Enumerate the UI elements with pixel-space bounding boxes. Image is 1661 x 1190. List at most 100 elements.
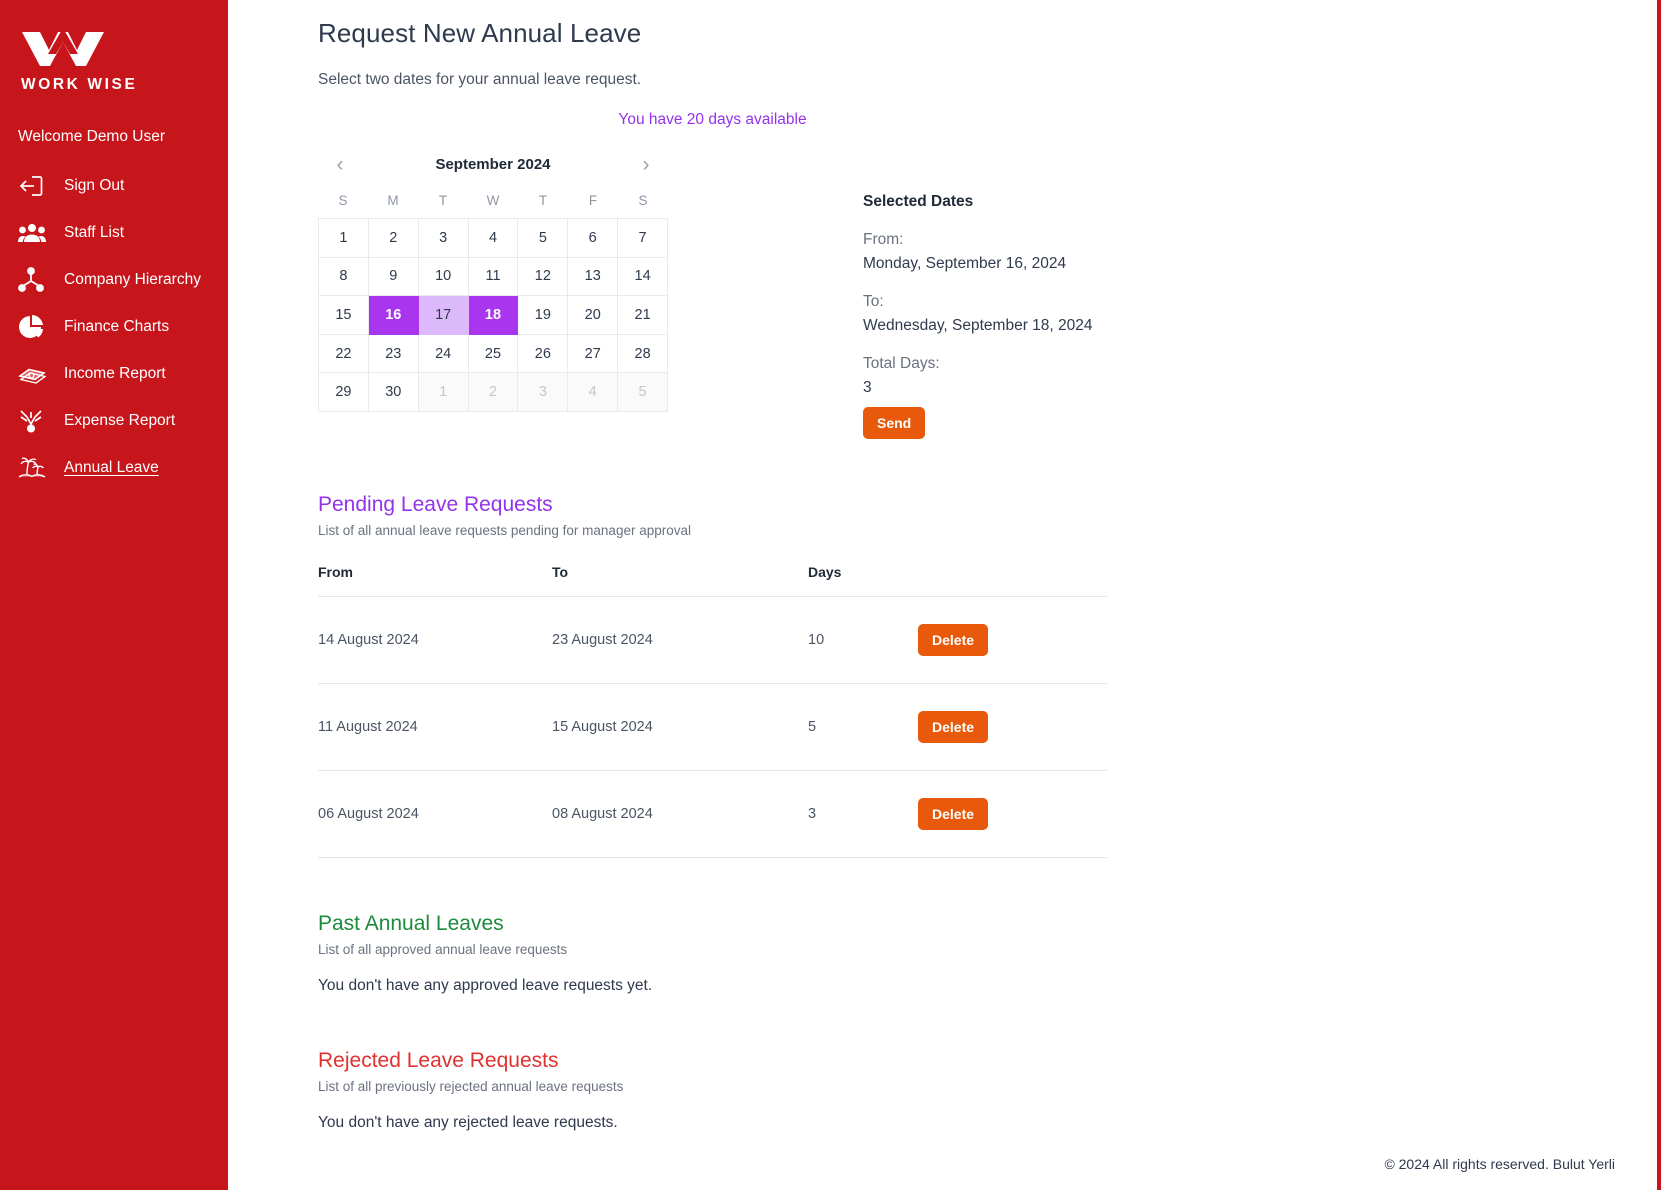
calendar-day-cell[interactable]: 22 bbox=[319, 334, 369, 374]
sidebar-item-label: Sign Out bbox=[64, 176, 125, 194]
date-range-calendar: ‹ September 2024 › SMTWTFS 1 2 3 4 5 6 7 8 9 10 11… bbox=[318, 147, 668, 412]
sidebar-item-company-hierarchy[interactable]: Company Hierarchy bbox=[0, 256, 228, 303]
calendar-weekday-header: SMTWTFS bbox=[318, 189, 668, 212]
selected-dates-panel: Selected Dates From: Monday, September 1… bbox=[863, 147, 1163, 439]
cell-to: 08 August 2024 bbox=[552, 770, 808, 858]
sidebar-nav: Sign Out Staff List Company Hierarchy Fi… bbox=[0, 162, 228, 491]
brand-logo[interactable]: WORK WISE bbox=[0, 18, 228, 94]
column-header-from: From bbox=[318, 564, 552, 597]
calendar-day-cell[interactable]: 28 bbox=[618, 334, 668, 374]
calendar-day-cell[interactable]: 17 bbox=[418, 296, 469, 335]
calendar-day-cell[interactable]: 2 bbox=[468, 373, 519, 412]
to-value: Wednesday, September 18, 2024 bbox=[863, 317, 1093, 334]
sidebar-item-expense-report[interactable]: Expense Report bbox=[0, 397, 228, 444]
calendar-day-cell[interactable]: 24 bbox=[418, 334, 469, 374]
calendar-day-cell[interactable]: 25 bbox=[468, 334, 519, 374]
cell-to: 15 August 2024 bbox=[552, 683, 808, 771]
sidebar-item-staff-list[interactable]: Staff List bbox=[0, 209, 228, 256]
delete-button[interactable]: Delete bbox=[918, 624, 989, 656]
calendar-day-cell[interactable]: 15 bbox=[319, 296, 369, 335]
calendar-day-cell[interactable]: 10 bbox=[418, 257, 469, 297]
welcome-message: Welcome Demo User bbox=[18, 128, 166, 145]
right-edge-rule bbox=[1657, 0, 1661, 1190]
palm-island-icon bbox=[18, 453, 54, 483]
calendar-day-cell[interactable]: 9 bbox=[368, 257, 419, 297]
calendar-day-cell[interactable]: 1 bbox=[319, 219, 369, 258]
calendar-day-cell[interactable]: 4 bbox=[468, 219, 519, 258]
main-content: Request New Annual Leave Select two date… bbox=[228, 0, 1661, 1190]
cell-days: 5 bbox=[808, 683, 918, 771]
page-subtitle: Select two dates for your annual leave r… bbox=[318, 71, 642, 88]
calendar-day-cell[interactable]: 5 bbox=[618, 373, 668, 412]
calendar-header: ‹ September 2024 › bbox=[318, 147, 668, 181]
calendar-day-cell[interactable]: 13 bbox=[568, 257, 619, 297]
calendar-day-cell[interactable]: 14 bbox=[618, 257, 668, 297]
pending-leave-section: Pending Leave Requests List of all annua… bbox=[318, 493, 1107, 858]
calendar-day-cell[interactable]: 23 bbox=[368, 334, 419, 374]
calendar-day-cell[interactable]: 21 bbox=[618, 296, 668, 335]
sidebar-item-income-report[interactable]: Income Report bbox=[0, 350, 228, 397]
sidebar-item-annual-leave[interactable]: Annual Leave bbox=[0, 444, 228, 491]
send-button[interactable]: Send bbox=[863, 407, 926, 439]
past-section-subtitle: List of all approved annual leave reques… bbox=[318, 942, 568, 957]
sidebar-item-sign-out[interactable]: Sign Out bbox=[0, 162, 228, 209]
calendar-month-label: September 2024 bbox=[435, 155, 551, 173]
calendar-day-cell[interactable]: 18 bbox=[468, 296, 519, 335]
calendar-day-cell[interactable]: 3 bbox=[518, 373, 569, 412]
pending-leave-table: From To Days 14 August 2024 23 August 202… bbox=[318, 564, 1107, 858]
calendar-day-cell[interactable]: 8 bbox=[319, 257, 369, 297]
calendar-day-cell[interactable]: 7 bbox=[618, 219, 668, 258]
availability-text: You have 20 days available bbox=[618, 111, 807, 128]
calendar-day-cell[interactable]: 6 bbox=[568, 219, 619, 258]
calendar-day-cell[interactable]: 1 bbox=[418, 373, 469, 412]
from-value: Monday, September 16, 2024 bbox=[863, 255, 1067, 272]
sidebar-item-finance-charts[interactable]: Finance Charts bbox=[0, 303, 228, 350]
calendar-day-cell[interactable]: 4 bbox=[568, 373, 619, 412]
table-row: 06 August 2024 08 August 2024 3 Delete bbox=[318, 770, 1107, 858]
footer-copyright: © 2024 All rights reserved. Bulut Yerli bbox=[1384, 1156, 1615, 1172]
total-days-value: 3 bbox=[863, 379, 872, 396]
people-icon bbox=[18, 218, 54, 248]
calendar-day-cell[interactable]: 5 bbox=[518, 219, 569, 258]
past-section-title: Past Annual Leaves bbox=[318, 912, 504, 935]
sidebar-item-label: Finance Charts bbox=[64, 317, 170, 335]
calendar-weekday-0: S bbox=[338, 193, 348, 208]
cell-to: 23 August 2024 bbox=[552, 596, 808, 684]
calendar-day-cell[interactable]: 26 bbox=[518, 334, 569, 374]
calendar-day-cell[interactable]: 12 bbox=[518, 257, 569, 297]
cell-days: 10 bbox=[808, 596, 918, 684]
pending-table-body: 14 August 2024 23 August 2024 10 Delete 11 A… bbox=[318, 596, 1107, 858]
cell-days: 3 bbox=[808, 770, 918, 858]
calendar-weekday-3: W bbox=[486, 193, 500, 208]
past-empty-message: You don't have any approved leave reques… bbox=[318, 977, 653, 994]
calendar-weekday-2: T bbox=[438, 193, 448, 208]
workwise-logo-icon bbox=[22, 28, 104, 66]
calendar-next-month-button[interactable]: › bbox=[632, 150, 660, 178]
cell-actions: Delete bbox=[918, 770, 1107, 858]
delete-button[interactable]: Delete bbox=[918, 798, 989, 830]
sidebar-item-label: Staff List bbox=[64, 223, 125, 241]
calendar-day-cell[interactable]: 30 bbox=[368, 373, 419, 412]
rejected-section-title: Rejected Leave Requests bbox=[318, 1049, 559, 1072]
calendar-day-cell[interactable]: 27 bbox=[568, 334, 619, 374]
calendar-weekday-1: M bbox=[387, 193, 399, 208]
sign-out-icon bbox=[18, 171, 54, 201]
cell-from: 11 August 2024 bbox=[318, 683, 552, 771]
calendar-day-cell[interactable]: 3 bbox=[418, 219, 469, 258]
calendar-day-cell[interactable]: 19 bbox=[518, 296, 569, 335]
calendar-day-cell[interactable]: 2 bbox=[368, 219, 419, 258]
brand-name: WORK WISE bbox=[21, 76, 138, 93]
sidebar-item-label: Expense Report bbox=[64, 411, 176, 429]
total-days-label: Total Days: bbox=[863, 355, 940, 372]
app-root: WORK WISE Welcome Demo User Sign Out Sta… bbox=[0, 0, 1661, 1190]
calendar-prev-month-button[interactable]: ‹ bbox=[326, 150, 354, 178]
delete-button[interactable]: Delete bbox=[918, 711, 989, 743]
calendar-day-cell[interactable]: 20 bbox=[568, 296, 619, 335]
pending-table-head: From To Days bbox=[318, 564, 1107, 597]
rejected-section-subtitle: List of all previously rejected annual l… bbox=[318, 1079, 624, 1094]
calendar-day-cell[interactable]: 29 bbox=[319, 373, 369, 412]
pending-section-subtitle: List of all annual leave requests pendin… bbox=[318, 523, 691, 538]
calendar-day-cell[interactable]: 16 bbox=[368, 296, 419, 335]
table-row: 14 August 2024 23 August 2024 10 Delete bbox=[318, 596, 1107, 684]
calendar-day-cell[interactable]: 11 bbox=[468, 257, 519, 297]
